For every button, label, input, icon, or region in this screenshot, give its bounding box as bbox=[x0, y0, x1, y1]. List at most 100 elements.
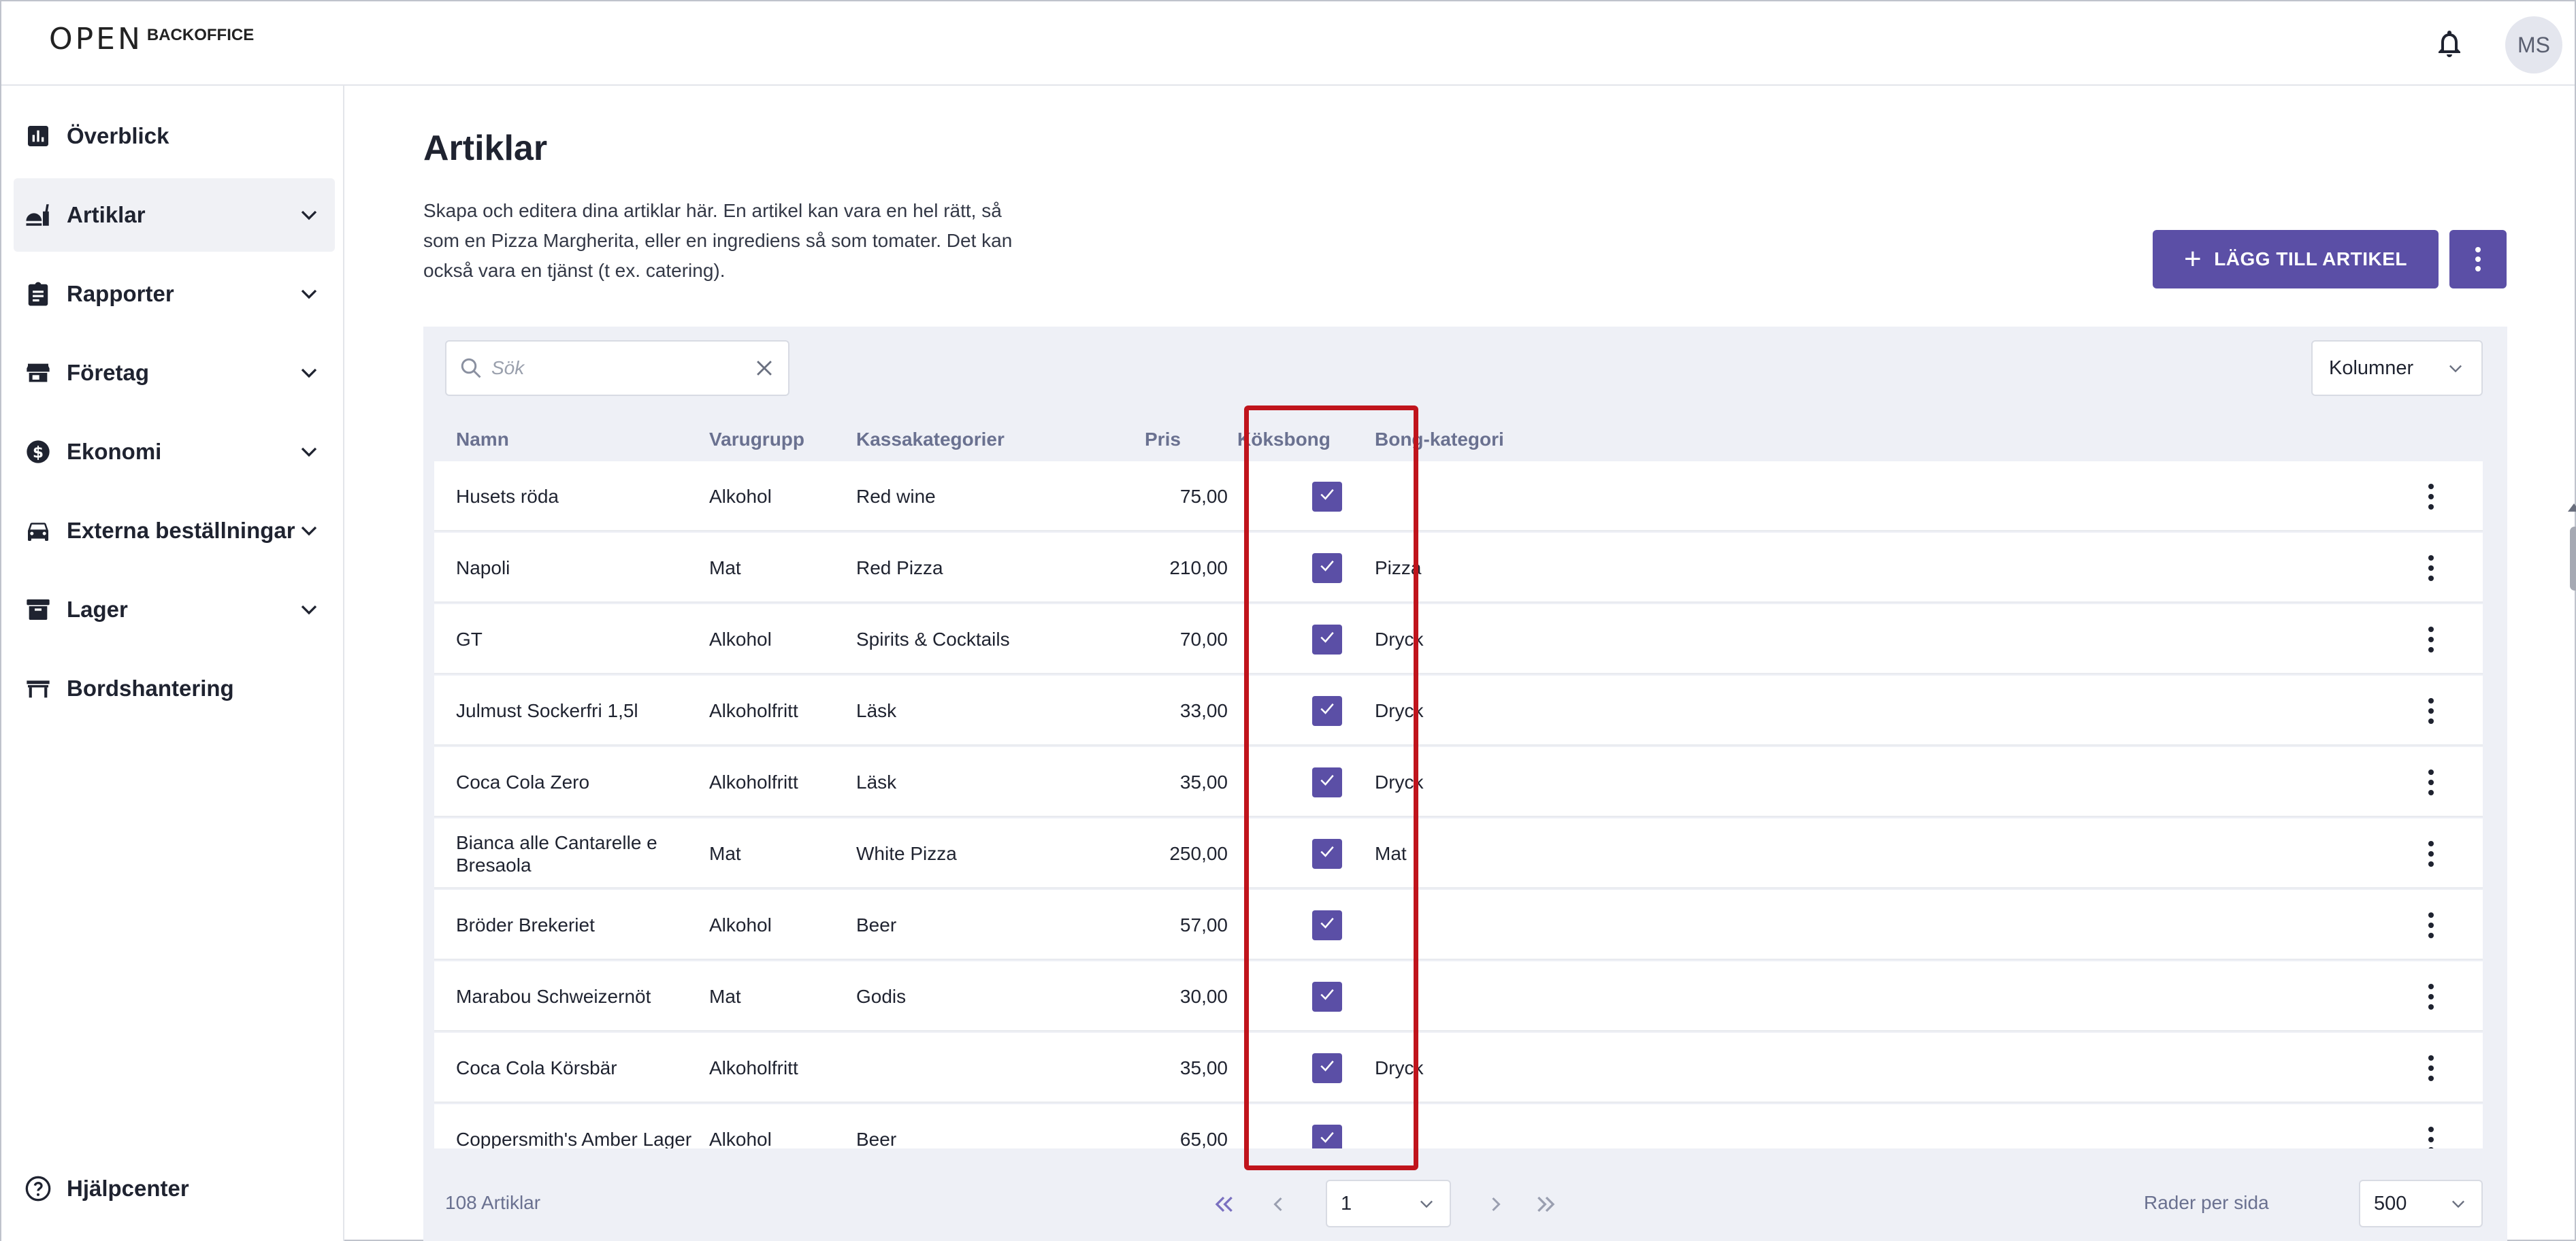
sidebar-item-bordshantering[interactable]: Bordshantering bbox=[14, 652, 335, 725]
table-row[interactable]: Bianca alle Cantarelle e Bresaola Mat Whit… bbox=[434, 818, 2483, 889]
cell-koksbong bbox=[1312, 533, 1353, 603]
next-page-button[interactable] bbox=[1480, 1188, 1512, 1221]
kebab-icon bbox=[2419, 1123, 2443, 1148]
row-menu-button[interactable] bbox=[2417, 533, 2445, 603]
header-kassakategorier[interactable]: Kassakategorier bbox=[856, 429, 1005, 450]
header-varugrupp[interactable]: Varugrupp bbox=[709, 429, 804, 450]
check-icon bbox=[1317, 770, 1337, 795]
chevron-down-icon[interactable] bbox=[295, 201, 323, 229]
sidebar-item-lager[interactable]: Lager bbox=[14, 573, 335, 646]
sidebar-item-ekonomi[interactable]: $ Ekonomi bbox=[14, 415, 335, 489]
sidebar-item-externa-beställningar[interactable]: Externa beställningar bbox=[14, 494, 335, 567]
header-namn[interactable]: Namn bbox=[456, 429, 509, 450]
table-header: Namn Varugrupp Kassakategorier Pris Köks… bbox=[434, 414, 2483, 467]
check-icon bbox=[1317, 627, 1337, 652]
row-menu-button[interactable] bbox=[2417, 961, 2445, 1031]
first-page-button[interactable] bbox=[1207, 1188, 1240, 1221]
cell-price: 35,00 bbox=[1179, 1057, 1228, 1078]
columns-select[interactable]: Kolumner bbox=[2311, 340, 2483, 396]
cell-price: 250,00 bbox=[1169, 842, 1228, 864]
koksbong-checkbox[interactable] bbox=[1312, 981, 1342, 1012]
row-menu-button[interactable] bbox=[2417, 890, 2445, 960]
koksbong-checkbox[interactable] bbox=[1312, 624, 1342, 655]
sidebar-item-artiklar[interactable]: Artiklar bbox=[14, 178, 335, 252]
koksbong-checkbox[interactable] bbox=[1312, 695, 1342, 726]
top-bar: OPEN BACKOFFICE MS bbox=[1, 1, 2575, 86]
add-article-button[interactable]: + LÄGG TILL ARTIKEL bbox=[2153, 230, 2439, 288]
koksbong-checkbox[interactable] bbox=[1312, 552, 1342, 583]
cell-name: GT bbox=[456, 629, 483, 650]
cell-bong-kategori bbox=[1375, 890, 1647, 960]
table-row[interactable]: Coppersmith's Amber Lager Alkohol Beer 65,0… bbox=[434, 1104, 2483, 1148]
koksbong-checkbox[interactable] bbox=[1312, 481, 1342, 512]
sidebar-item-label: Artiklar bbox=[67, 202, 146, 227]
cell-koksbong bbox=[1312, 1104, 1353, 1148]
cell-koksbong bbox=[1312, 818, 1353, 889]
table-row[interactable]: Coca Cola Zero Alkoholfritt Läsk 35,00 Dryck bbox=[434, 747, 2483, 817]
chevron-down-icon[interactable] bbox=[295, 280, 323, 308]
kebab-icon bbox=[2419, 551, 2443, 585]
chevron-down-icon[interactable] bbox=[295, 359, 323, 386]
last-page-button[interactable] bbox=[1530, 1188, 1563, 1221]
table-row[interactable]: Husets röda Alkohol Red wine 75,00 bbox=[434, 461, 2483, 531]
kebab-icon bbox=[2419, 765, 2443, 799]
store-icon bbox=[23, 358, 53, 388]
table-row[interactable]: GT Alkohol Spirits & Cocktails 70,00 Dryck bbox=[434, 604, 2483, 674]
kebab-icon bbox=[2475, 247, 2481, 271]
help-center-link[interactable]: Hjälpcenter bbox=[14, 1165, 189, 1212]
chevron-down-icon[interactable] bbox=[295, 596, 323, 623]
koksbong-checkbox[interactable] bbox=[1312, 767, 1342, 797]
chevron-down-icon[interactable] bbox=[295, 517, 323, 544]
sidebar: Överblick Artiklar Rapporter Företag $ Ekonom… bbox=[1, 86, 344, 1241]
bell-icon[interactable] bbox=[2433, 27, 2466, 60]
koksbong-checkbox[interactable] bbox=[1312, 1124, 1342, 1148]
kebab-icon bbox=[2419, 1051, 2443, 1085]
koksbong-checkbox[interactable] bbox=[1312, 1053, 1342, 1083]
table-row[interactable]: Coca Cola Körsbär Alkoholfritt 35,00 Dryck bbox=[434, 1033, 2483, 1103]
chart-icon bbox=[23, 121, 53, 151]
sidebar-item-företag[interactable]: Företag bbox=[14, 336, 335, 410]
sidebar-item-rapporter[interactable]: Rapporter bbox=[14, 257, 335, 331]
table-body: Husets röda Alkohol Red wine 75,00 Napoli Mat… bbox=[434, 461, 2483, 1148]
more-options-button[interactable] bbox=[2449, 230, 2507, 288]
kebab-icon bbox=[2419, 480, 2443, 514]
avatar[interactable]: MS bbox=[2505, 16, 2562, 73]
chevron-down-icon bbox=[2452, 1200, 2464, 1208]
search-input[interactable] bbox=[491, 357, 753, 379]
chevron-down-icon[interactable] bbox=[295, 438, 323, 465]
row-menu-button[interactable] bbox=[2417, 676, 2445, 746]
check-icon bbox=[1317, 555, 1337, 580]
cell-name: Coca Cola Zero bbox=[456, 772, 590, 793]
cell-varugrupp: Mat bbox=[709, 985, 741, 1007]
koksbong-checkbox[interactable] bbox=[1312, 838, 1342, 869]
table-row[interactable]: Julmust Sockerfri 1,5l Alkoholfritt Läsk 33… bbox=[434, 676, 2483, 746]
rows-per-page-select[interactable]: 500 bbox=[2359, 1180, 2483, 1227]
clear-search-icon[interactable] bbox=[753, 357, 776, 380]
row-menu-button[interactable] bbox=[2417, 461, 2445, 531]
cell-varugrupp: Alkoholfritt bbox=[709, 771, 798, 793]
table-row[interactable]: Bröder Brekeriet Alkohol Beer 57,00 bbox=[434, 890, 2483, 960]
scrollbar[interactable] bbox=[2564, 499, 2576, 1241]
row-menu-button[interactable] bbox=[2417, 818, 2445, 889]
sidebar-item-label: Lager bbox=[67, 597, 128, 622]
cell-varugrupp: Alkohol bbox=[709, 628, 772, 650]
koksbong-checkbox[interactable] bbox=[1312, 910, 1342, 940]
table-row[interactable]: Marabou Schweizernöt Mat Godis 30,00 bbox=[434, 961, 2483, 1031]
page-number-select[interactable]: 1 bbox=[1326, 1180, 1451, 1227]
search-box bbox=[445, 340, 789, 396]
row-menu-button[interactable] bbox=[2417, 1104, 2445, 1148]
table-row[interactable]: Napoli Mat Red Pizza 210,00 Pizza bbox=[434, 533, 2483, 603]
row-menu-button[interactable] bbox=[2417, 747, 2445, 817]
check-icon bbox=[1317, 1055, 1337, 1080]
row-menu-button[interactable] bbox=[2417, 604, 2445, 674]
cell-bong-kategori: Dryck bbox=[1375, 699, 1424, 721]
row-menu-button[interactable] bbox=[2417, 1033, 2445, 1103]
header-bong-kategori[interactable]: Bong-kategori bbox=[1375, 429, 1504, 450]
check-icon bbox=[1317, 698, 1337, 723]
header-pris[interactable]: Pris bbox=[1145, 429, 1181, 450]
chevron-down-icon bbox=[1420, 1200, 1433, 1208]
logo[interactable]: OPEN BACKOFFICE bbox=[49, 24, 254, 54]
sidebar-item-överblick[interactable]: Överblick bbox=[14, 99, 335, 173]
previous-page-button[interactable] bbox=[1262, 1188, 1294, 1221]
header-koksbong[interactable]: Köksbong bbox=[1237, 429, 1331, 450]
